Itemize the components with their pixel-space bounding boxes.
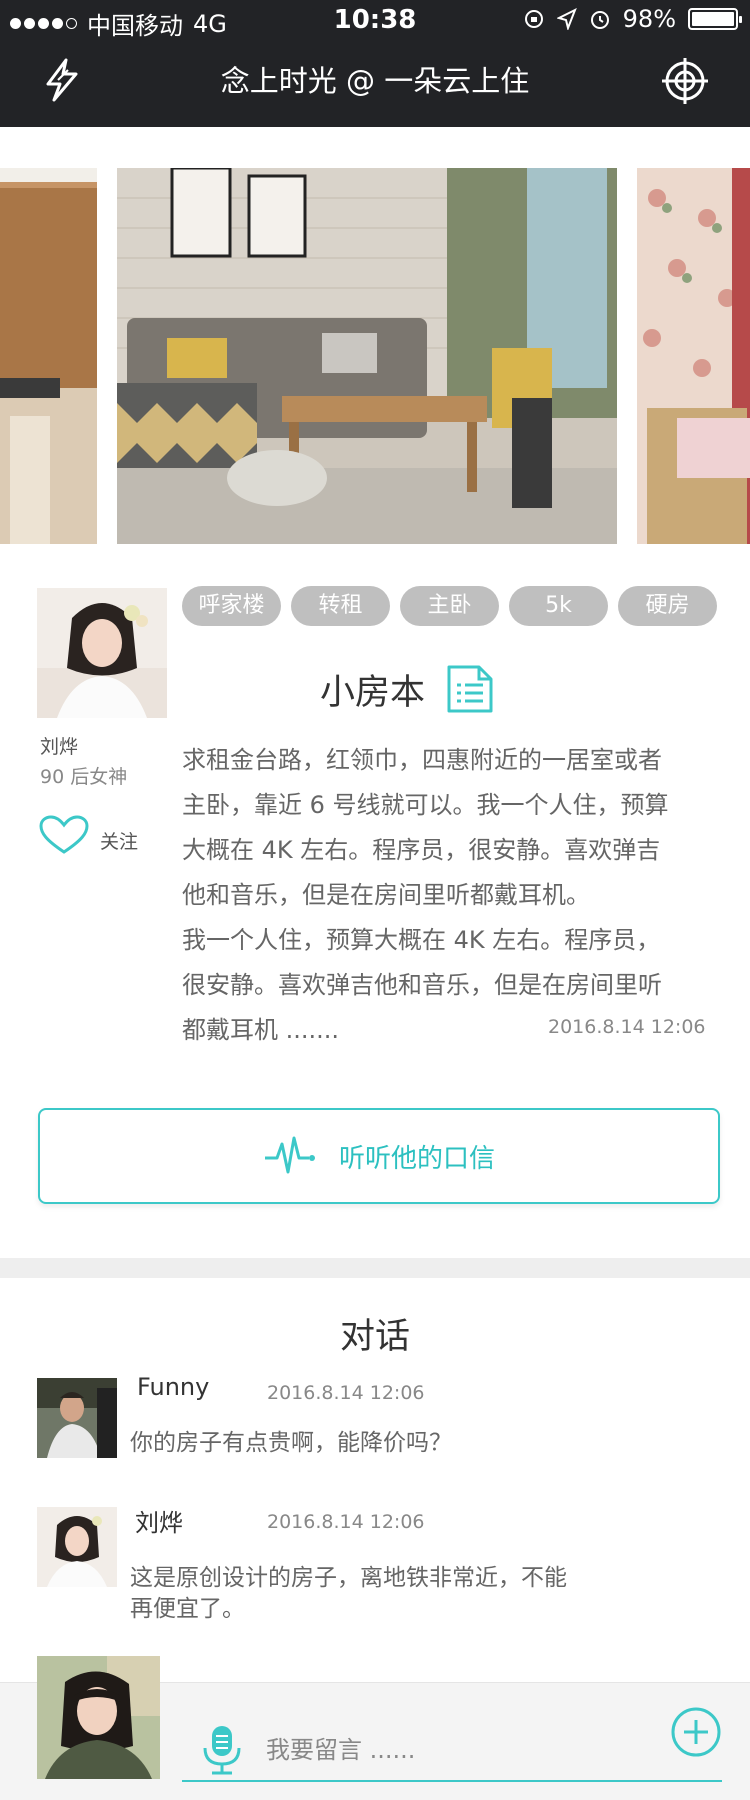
description-line: 大概在 4K 左右。程序员，很安静。喜欢弹吉 bbox=[182, 836, 661, 864]
tag-chip[interactable]: 转租 bbox=[291, 586, 390, 626]
follow-label: 关注 bbox=[100, 830, 139, 853]
rotation-lock-icon bbox=[524, 10, 543, 28]
photo-carousel[interactable] bbox=[0, 168, 750, 544]
top-bar: 中国移动 4G 10:38 98% 念上时光 @ 一朵云上住 bbox=[0, 0, 750, 127]
description-line: 求租金台路，红领巾，四惠附近的一居室或者 bbox=[182, 746, 662, 774]
message-text-line: 再便宜了。 bbox=[130, 1596, 245, 1622]
heartbeat-icon bbox=[264, 1136, 315, 1174]
tag-list: 呼家楼 转租 主卧 5k 硬房 bbox=[182, 586, 717, 626]
carousel-slide-living-room[interactable] bbox=[117, 168, 617, 544]
description-line: 很安静。喜欢弹吉他和音乐，但是在房间里听 bbox=[182, 971, 662, 999]
tag-chip[interactable]: 呼家楼 bbox=[182, 586, 281, 626]
document-icon[interactable] bbox=[445, 663, 495, 715]
heart-icon bbox=[39, 815, 89, 854]
description-line: 我一个人住，预算大概在 4K 左右。程序员， bbox=[182, 926, 661, 954]
message-time: 2016.8.14 12:06 bbox=[267, 1382, 425, 1404]
listen-voice-message-button[interactable]: 听听他的口信 bbox=[38, 1108, 720, 1204]
post-title-row: 小房本 bbox=[320, 663, 495, 715]
battery-label: 98% bbox=[622, 5, 676, 33]
page-title: 念上时光 @ 一朵云上住 bbox=[220, 64, 530, 98]
conversation-title: 对话 bbox=[339, 1317, 410, 1357]
carousel-slide-kitchen[interactable] bbox=[0, 168, 97, 544]
message-author: 刘烨 bbox=[135, 1509, 183, 1537]
comment-input-area bbox=[182, 1707, 722, 1782]
message-time: 2016.8.14 12:06 bbox=[267, 1511, 425, 1533]
message-avatar[interactable] bbox=[37, 1507, 117, 1587]
message-text-line: 这是原创设计的房子，离地铁非常近，不能 bbox=[130, 1565, 567, 1591]
author-name[interactable]: 刘烨 bbox=[40, 732, 78, 759]
post-description: 求租金台路，红领巾，四惠附近的一居室或者 主卧，靠近 6 号线就可以。我一个人住… bbox=[182, 738, 712, 1053]
status-bar: 中国移动 4G 10:38 98% bbox=[0, 0, 750, 40]
comment-input[interactable] bbox=[266, 1736, 646, 1764]
location-icon bbox=[556, 8, 577, 30]
alarm-icon bbox=[590, 11, 609, 29]
target-icon[interactable] bbox=[660, 56, 710, 106]
section-divider bbox=[0, 1258, 750, 1278]
author-avatar[interactable] bbox=[37, 588, 167, 718]
add-icon[interactable] bbox=[670, 1706, 722, 1758]
follow-button[interactable]: 关注 bbox=[38, 815, 138, 855]
tag-chip[interactable]: 主卧 bbox=[400, 586, 499, 626]
tag-chip[interactable]: 硬房 bbox=[618, 586, 717, 626]
voice-button-label: 听听他的口信 bbox=[338, 1143, 495, 1174]
description-line: 主卧，靠近 6 号线就可以。我一个人住，预算 bbox=[182, 791, 669, 819]
author-tag: 90 后女神 bbox=[40, 766, 128, 788]
message-author: Funny bbox=[137, 1373, 210, 1401]
battery-icon bbox=[688, 8, 742, 30]
message-text: 你的房子有点贵啊，能降价吗？ bbox=[130, 1428, 452, 1459]
message-text-line: 你的房子有点贵啊，能降价吗？ bbox=[130, 1430, 452, 1456]
message-text: 这是原创设计的房子，离地铁非常近，不能 再便宜了。 bbox=[130, 1563, 567, 1625]
carousel-slide-bedroom[interactable] bbox=[637, 168, 750, 544]
description-line: 他和音乐，但是在房间里听都戴耳机。 bbox=[182, 881, 590, 909]
post-timestamp: 2016.8.14 12:06 bbox=[548, 1016, 706, 1038]
post-title: 小房本 bbox=[320, 672, 426, 713]
microphone-icon[interactable] bbox=[200, 1724, 244, 1776]
current-user-avatar[interactable] bbox=[37, 1656, 160, 1779]
message-avatar[interactable] bbox=[37, 1378, 117, 1458]
tag-chip[interactable]: 5k bbox=[509, 586, 608, 626]
